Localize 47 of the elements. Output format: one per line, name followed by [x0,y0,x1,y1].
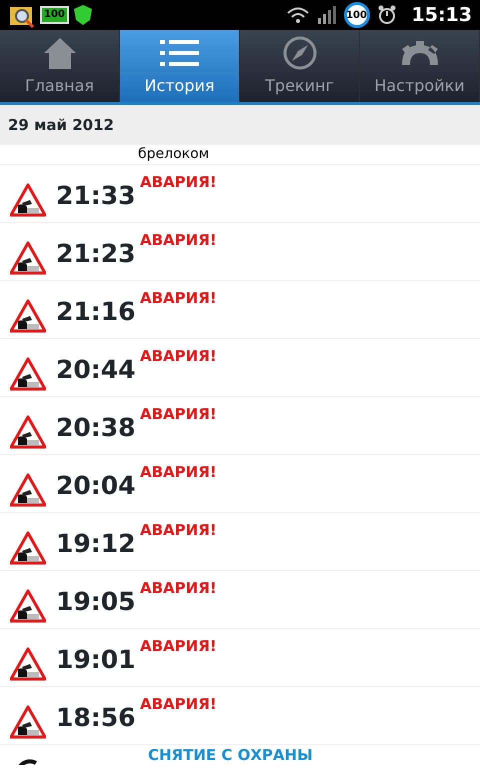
event-text: АВАРИЯ! [140,578,217,599]
event-text: АВАРИЯ! [140,346,217,367]
warning-sign-icon [10,299,46,333]
wifi-icon [286,5,310,25]
event-time: 21:16 [56,297,137,327]
event-text: АВАРИЯ! [140,172,217,193]
event-text: АВАРИЯ! [140,404,217,425]
event-time: 19:12 [56,529,137,559]
event-time: 20:44 [56,355,137,385]
warning-sign-icon [10,647,46,681]
compass-icon [282,34,318,70]
signal-icon [318,6,336,24]
battery-widget: 100 [40,6,69,24]
tab[interactable]: Главная [0,30,120,102]
warning-sign-icon [10,705,46,739]
event-time: 19:05 [56,587,137,617]
alarm-clock-icon [378,5,396,25]
event-time: 20:04 [56,471,137,501]
warning-sign-icon [10,357,46,391]
warning-sign-icon [10,531,46,565]
warning-sign-icon [10,415,46,449]
event-time: 21:23 [56,239,137,269]
event-time: 21:33 [56,181,137,211]
event-text: АВАРИЯ! [140,520,217,541]
warning-sign-icon [10,183,46,217]
event-text: АВАРИЯ! [140,230,217,251]
event-text: АВАРИЯ! [140,636,217,657]
warning-sign-icon [10,589,46,623]
warning-sign-icon [10,241,46,275]
event-text: СНЯТИЕ С ОХРАНЫ [148,746,313,764]
shield-icon [72,4,93,26]
tab[interactable]: Настройки [360,30,480,102]
event-text: АВАРИЯ! [140,288,217,309]
tab[interactable]: История [120,30,240,102]
list-icon [160,38,200,68]
event-text: АВАРИЯ! [140,694,217,715]
tab[interactable]: Трекинг [240,30,360,102]
event-time: 19:01 [56,645,137,675]
home-icon [42,36,76,70]
date-header: 29 май 2012 [0,105,480,145]
event-time: 20:38 [56,413,137,443]
battery-badge: 100 [344,2,370,28]
event-time: 18:56 [56,703,137,733]
status-time: 15:13 [412,2,472,28]
event-text: брелоком [138,145,210,163]
warning-sign-icon [10,473,46,507]
event-text: АВАРИЯ! [140,462,217,483]
